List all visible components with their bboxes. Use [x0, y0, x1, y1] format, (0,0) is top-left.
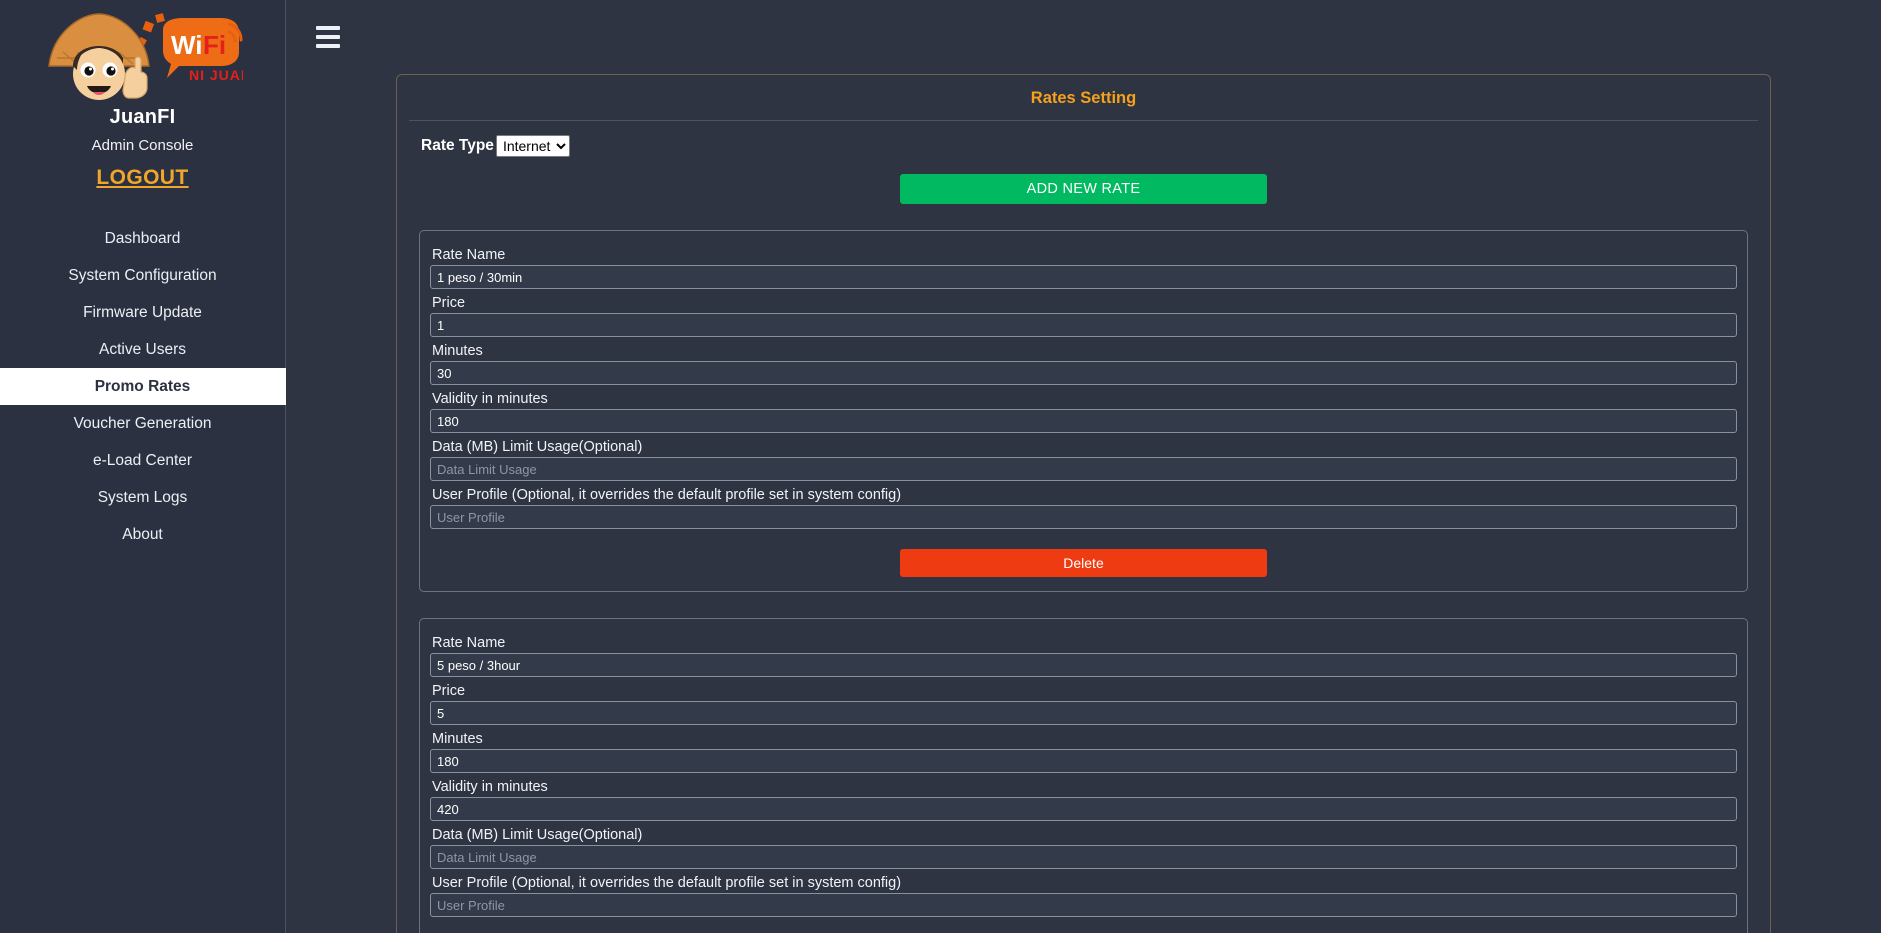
svg-text:NI JUAN: NI JUAN — [189, 67, 243, 83]
brand-name: JuanFI — [109, 106, 176, 128]
rate-card: Rate Name Price Minutes Validity in minu… — [419, 230, 1748, 592]
brand-subtitle: Admin Console — [91, 137, 194, 154]
sidebar-item-voucher-generation[interactable]: Voucher Generation — [0, 405, 286, 442]
minutes-input[interactable] — [430, 749, 1737, 773]
minutes-label: Minutes — [432, 343, 483, 359]
user-profile-label: User Profile (Optional, it overrides the… — [432, 487, 902, 503]
sidebar-item-system-logs[interactable]: System Logs — [0, 479, 286, 516]
price-input[interactable] — [430, 313, 1737, 337]
data-limit-input[interactable] — [430, 457, 1737, 481]
rate-card: Rate Name Price Minutes Validity in minu… — [419, 618, 1748, 933]
price-input[interactable] — [430, 701, 1737, 725]
rate-name-input[interactable] — [430, 653, 1737, 677]
sidebar-item-promo-rates[interactable]: Promo Rates — [0, 368, 286, 405]
data-limit-label: Data (MB) Limit Usage(Optional) — [432, 439, 643, 455]
validity-input[interactable] — [430, 409, 1737, 433]
sidebar-item-system-configuration[interactable]: System Configuration — [0, 257, 286, 294]
rate-name-input[interactable] — [430, 265, 1737, 289]
sidebar-item-active-users[interactable]: Active Users — [0, 331, 286, 368]
minutes-input[interactable] — [430, 361, 1737, 385]
price-label: Price — [432, 683, 466, 699]
validity-input[interactable] — [430, 797, 1737, 821]
validity-label: Validity in minutes — [432, 391, 548, 407]
add-new-rate-button[interactable]: ADD NEW RATE — [900, 174, 1267, 204]
user-profile-input[interactable] — [430, 893, 1737, 917]
sidebar-item-e-load-center[interactable]: e-Load Center — [0, 442, 286, 479]
app-root: Wi Fi NI JUAN JuanFI Admin Console LOGOU… — [0, 0, 1881, 933]
rate-type-row: Rate Type Internet — [409, 121, 1758, 157]
rate-type-select[interactable]: Internet — [495, 135, 570, 157]
svg-text:Fi: Fi — [203, 30, 226, 60]
page-title: Rates Setting — [409, 75, 1758, 121]
delete-rate-button[interactable]: Delete — [900, 549, 1267, 577]
data-limit-input[interactable] — [430, 845, 1737, 869]
logout-link[interactable]: LOGOUT — [96, 166, 188, 190]
user-profile-label: User Profile (Optional, it overrides the… — [432, 875, 902, 891]
rate-name-label: Rate Name — [432, 635, 506, 651]
svg-text:Wi: Wi — [171, 30, 203, 60]
hamburger-icon[interactable] — [316, 26, 340, 48]
main-content: Rates Setting Rate Type Internet ADD NEW… — [286, 0, 1881, 933]
rates-setting-panel: Rates Setting Rate Type Internet ADD NEW… — [396, 74, 1771, 933]
sidebar-item-dashboard[interactable]: Dashboard — [0, 220, 286, 257]
sidebar-item-about[interactable]: About — [0, 516, 286, 553]
data-limit-label: Data (MB) Limit Usage(Optional) — [432, 827, 643, 843]
juanfi-wifi-ni-juan-logo-icon: Wi Fi NI JUAN — [43, 8, 243, 100]
validity-label: Validity in minutes — [432, 779, 548, 795]
rate-type-label: Rate Type — [421, 137, 494, 154]
sidebar-nav: Dashboard System Configuration Firmware … — [0, 220, 286, 553]
price-label: Price — [432, 295, 466, 311]
topbar — [286, 0, 1881, 74]
minutes-label: Minutes — [432, 731, 483, 747]
rate-name-label: Rate Name — [432, 247, 506, 263]
sidebar-item-firmware-update[interactable]: Firmware Update — [0, 294, 286, 331]
sidebar: Wi Fi NI JUAN JuanFI Admin Console LOGOU… — [0, 0, 286, 933]
user-profile-input[interactable] — [430, 505, 1737, 529]
